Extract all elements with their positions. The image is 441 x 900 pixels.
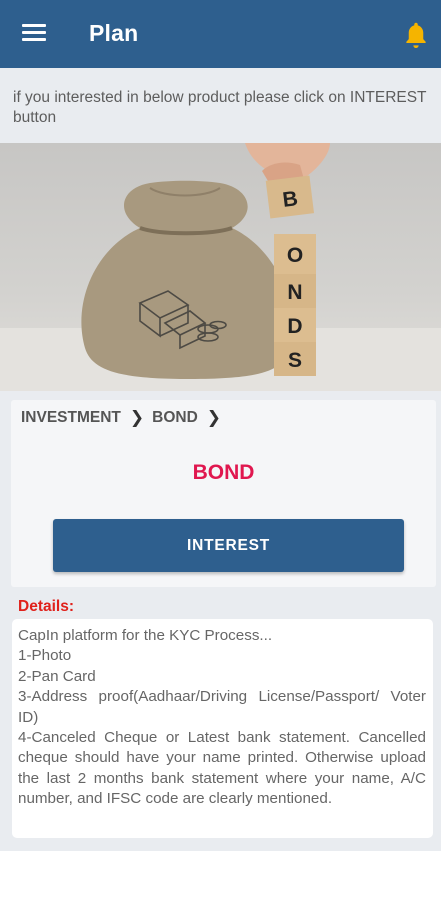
app-bar: Plan (0, 0, 441, 68)
hamburger-menu-icon[interactable] (22, 24, 48, 44)
details-line: 2-Pan Card (18, 667, 96, 685)
block-letter-s: S (288, 349, 302, 372)
page-title: Plan (89, 20, 139, 46)
block-letter-b: B (281, 187, 299, 212)
product-name: BOND (192, 461, 255, 484)
interest-hint-text: if you interested in below product pleas… (13, 89, 427, 126)
details-box: CapIn platform for the KYC Process... 1-… (12, 619, 433, 838)
breadcrumb: INVESTMENT ❯ BOND ❯ (21, 408, 229, 428)
product-card: INVESTMENT ❯ BOND ❯ BOND INTEREST (11, 400, 436, 587)
details-line: 1-Photo (18, 647, 72, 665)
details-line: 4-Canceled Cheque or Latest bank stateme… (18, 729, 426, 808)
details-line: 3-Address proof(Aadhaar/Driving License/… (18, 688, 426, 726)
chevron-right-icon: ❯ (129, 408, 145, 427)
details-text: CapIn platform for the KYC Process... 1-… (18, 626, 426, 810)
breadcrumb-item-investment[interactable]: INVESTMENT (21, 409, 121, 427)
block-letter-d: D (287, 315, 302, 338)
interest-button[interactable]: INTEREST (53, 519, 404, 572)
bell-icon[interactable] (401, 20, 431, 50)
chevron-right-icon: ❯ (206, 408, 222, 427)
details-line: CapIn platform for the KYC Process... (18, 627, 273, 644)
product-banner-image: B O N D S (0, 143, 441, 391)
money-bag-illustration (81, 180, 293, 379)
breadcrumb-item-bond[interactable]: BOND (152, 409, 198, 427)
details-heading: Details: (18, 598, 74, 615)
block-letter-o: O (287, 244, 303, 267)
block-letter-n: N (287, 281, 302, 304)
